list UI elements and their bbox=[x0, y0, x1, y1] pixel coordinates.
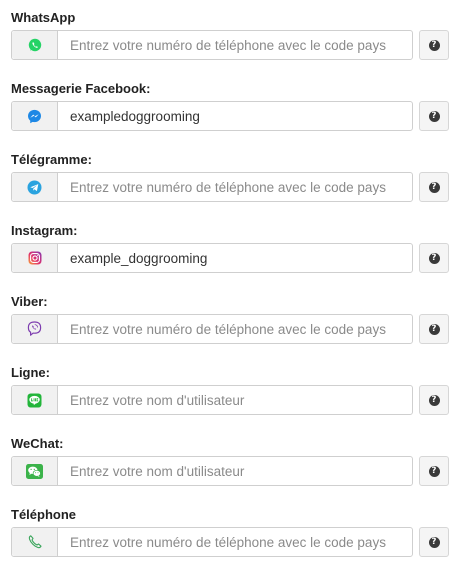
wechat-input[interactable] bbox=[58, 457, 412, 485]
viber-icon bbox=[12, 315, 58, 343]
line-input[interactable] bbox=[58, 386, 412, 414]
viber-label: Viber: bbox=[11, 294, 48, 309]
telegram-help-button[interactable]: ? bbox=[419, 172, 449, 202]
wechat-label: WeChat: bbox=[11, 436, 64, 451]
messenger-icon bbox=[12, 102, 58, 130]
instagram-label: Instagram: bbox=[11, 223, 78, 238]
messenger-input-group bbox=[11, 101, 413, 131]
wechat-input-group bbox=[11, 456, 413, 486]
phone-icon bbox=[12, 528, 58, 556]
question-icon: ? bbox=[428, 110, 440, 122]
whatsapp-input-group bbox=[11, 30, 413, 60]
telegram-icon bbox=[12, 173, 58, 201]
phone-help-button[interactable]: ? bbox=[419, 527, 449, 557]
telegram-label: Télégramme: bbox=[11, 152, 92, 167]
instagram-input[interactable] bbox=[58, 244, 412, 272]
whatsapp-icon bbox=[12, 31, 58, 59]
phone-input[interactable] bbox=[58, 528, 412, 556]
question-icon: ? bbox=[428, 536, 440, 548]
question-icon: ? bbox=[428, 465, 440, 477]
question-icon: ? bbox=[428, 252, 440, 264]
phone-input-group bbox=[11, 527, 413, 557]
line-label: Ligne: bbox=[11, 365, 50, 380]
wechat-icon bbox=[12, 457, 58, 485]
question-icon: ? bbox=[428, 323, 440, 335]
wechat-help-button[interactable]: ? bbox=[419, 456, 449, 486]
viber-input-group bbox=[11, 314, 413, 344]
question-icon: ? bbox=[428, 39, 440, 51]
telegram-input-group bbox=[11, 172, 413, 202]
messenger-help-button[interactable]: ? bbox=[419, 101, 449, 131]
messenger-label: Messagerie Facebook: bbox=[11, 81, 151, 96]
messenger-input[interactable] bbox=[58, 102, 412, 130]
viber-help-button[interactable]: ? bbox=[419, 314, 449, 344]
line-icon bbox=[12, 386, 58, 414]
question-icon: ? bbox=[428, 394, 440, 406]
telegram-input[interactable] bbox=[58, 173, 412, 201]
viber-input[interactable] bbox=[58, 315, 412, 343]
instagram-input-group bbox=[11, 243, 413, 273]
line-input-group bbox=[11, 385, 413, 415]
messaging-contacts-form: WhatsApp ? Messagerie Facebook: bbox=[0, 0, 462, 568]
whatsapp-input[interactable] bbox=[58, 31, 412, 59]
phone-label: Téléphone bbox=[11, 507, 77, 522]
question-icon: ? bbox=[428, 181, 440, 193]
whatsapp-label: WhatsApp bbox=[11, 10, 76, 25]
instagram-help-button[interactable]: ? bbox=[419, 243, 449, 273]
line-help-button[interactable]: ? bbox=[419, 385, 449, 415]
instagram-icon bbox=[12, 244, 58, 272]
whatsapp-help-button[interactable]: ? bbox=[419, 30, 449, 60]
